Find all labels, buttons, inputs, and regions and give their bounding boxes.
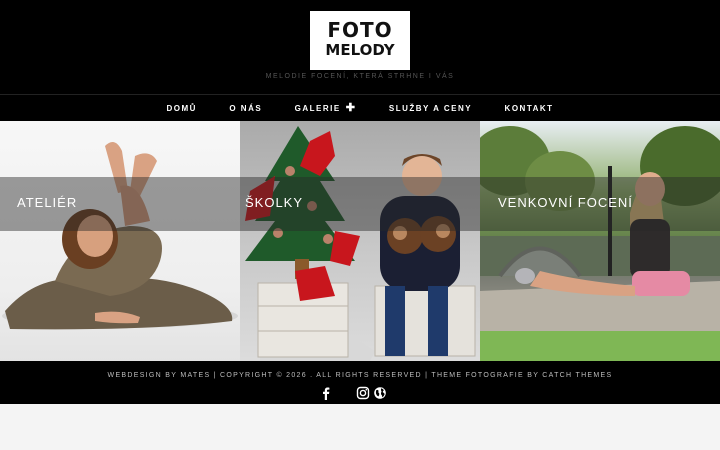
main-navigation: DOMŮ O NÁS GALERIE ✚ SLUŽBY A CENY KONTAK… (0, 94, 720, 121)
nav-item-label: DOMŮ (166, 104, 197, 113)
site-logo[interactable]: FOTO MELODY (310, 11, 410, 70)
panel-label: Ateliér (17, 195, 78, 210)
nav-item-galerie[interactable]: GALERIE ✚ (295, 95, 357, 122)
nav-item-label: O NÁS (229, 104, 263, 113)
footer-credits: Webdesign by Mates | Copyright © 2026 . … (107, 372, 613, 379)
nav-item-domu[interactable]: DOMŮ (166, 95, 196, 122)
plus-icon[interactable]: ✚ (346, 102, 357, 114)
nav-item-label: SLUŽBY A CENY (388, 104, 473, 113)
site-tagline: Melodie focení, která strhne i vás (265, 73, 455, 80)
gallery-panels: Ateliér (0, 121, 720, 361)
logo-text-melody: MELODY (325, 41, 395, 59)
site-header: FOTO MELODY Melodie focení, která strhne… (0, 0, 720, 94)
panel-venkovni-foceni[interactable]: Venkovní focení (480, 121, 720, 361)
venkovni-photo (480, 126, 720, 361)
instagram-icon[interactable] (356, 386, 370, 400)
nav-item-kontakt[interactable]: KONTAKT (505, 95, 554, 122)
panel-atelier[interactable]: Ateliér (0, 121, 240, 361)
panel-label: Školky (245, 195, 304, 210)
facebook-icon[interactable] (319, 386, 333, 400)
panel-skolky[interactable]: Školky (240, 121, 480, 361)
website-globe-icon[interactable] (373, 386, 387, 400)
nav-item-label: GALERIE (294, 104, 341, 113)
nav-item-o-nas[interactable]: O NÁS (229, 95, 262, 122)
panel-label: Venkovní focení (498, 195, 633, 210)
nav-item-label: KONTAKT (504, 104, 554, 113)
skolky-photo (245, 126, 476, 361)
atelier-photo (2, 142, 238, 330)
logo-text-foto: FOTO (327, 18, 393, 42)
nav-item-sluzby-a-ceny[interactable]: SLUŽBY A CENY (389, 95, 472, 122)
site-footer: Webdesign by Mates | Copyright © 2026 . … (0, 361, 720, 404)
